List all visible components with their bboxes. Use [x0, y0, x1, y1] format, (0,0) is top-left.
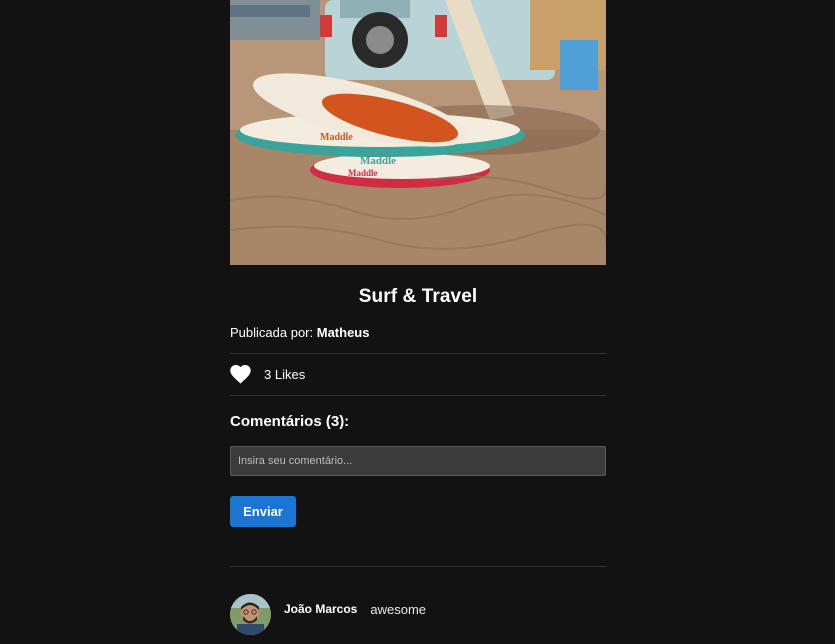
- send-button[interactable]: Enviar: [230, 496, 296, 527]
- svg-text:Maddle: Maddle: [360, 155, 396, 167]
- post-title: Surf & Travel: [358, 286, 478, 307]
- likes-count: 3 Likes: [264, 367, 306, 382]
- author-name: Matheus: [316, 325, 370, 340]
- comment-author: João Marcos: [284, 602, 358, 616]
- svg-text:Maddle: Maddle: [320, 132, 353, 143]
- post-author-line: Publicada por: Matheus: [230, 325, 606, 340]
- divider: [230, 566, 606, 567]
- comment-text: awesome: [370, 601, 426, 617]
- comment-input[interactable]: [230, 446, 606, 476]
- avatar: [230, 593, 271, 635]
- divider: [230, 395, 606, 396]
- likes-row: 3 Likes: [230, 354, 606, 395]
- post-card: Maddle Maddle Maddle Surf & Travel Publi…: [230, 0, 606, 635]
- comment-item: João Marcos awesome: [230, 593, 606, 635]
- author-prefix: Publicada por:: [230, 325, 314, 340]
- post-image: Maddle Maddle Maddle: [230, 0, 606, 265]
- svg-text:Maddle: Maddle: [348, 168, 378, 178]
- comments-title: Comentários (3):: [230, 413, 350, 430]
- heart-icon[interactable]: [230, 365, 251, 384]
